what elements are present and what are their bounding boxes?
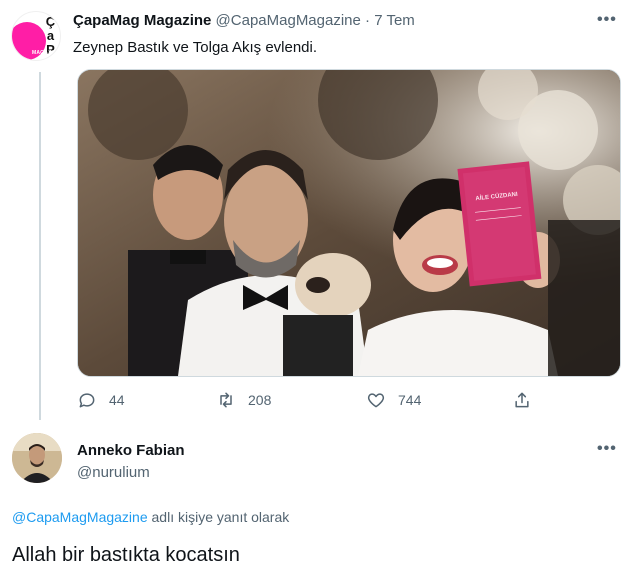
- reply-button[interactable]: 44: [77, 390, 125, 410]
- author-name[interactable]: ÇapaMag Magazine: [73, 12, 211, 29]
- reply-author-handle[interactable]: @nurulium: [77, 464, 150, 481]
- reply-count: 44: [109, 392, 125, 408]
- reply-icon: [79, 393, 95, 408]
- tweet-media-image[interactable]: AİLE CÜZDANI: [77, 69, 621, 377]
- retweet-icon: [220, 392, 232, 408]
- like-count: 744: [398, 392, 422, 408]
- tweet-header: ÇapaMag Magazine @CapaMagMagazine · 7 Te…: [73, 12, 415, 30]
- header-separator: ·: [365, 12, 371, 29]
- reply-author-name[interactable]: Anneko Fabian: [77, 442, 185, 459]
- like-button[interactable]: 744: [366, 390, 421, 410]
- retweet-count: 208: [248, 392, 272, 408]
- more-options-icon[interactable]: •••: [597, 11, 617, 29]
- reply-more-options-icon[interactable]: •••: [597, 440, 617, 458]
- thread-connector-line: [39, 72, 41, 420]
- retweet-button[interactable]: 208: [216, 390, 271, 410]
- replying-to-line: @CapaMagMagazine adlı kişiye yanıt olara…: [12, 509, 289, 525]
- author-avatar[interactable]: ÇaPA MAGAZIN: [11, 11, 61, 61]
- avatar-logo-subtext: MAGAZIN: [32, 50, 57, 56]
- tweet-text: Zeynep Bastık ve Tolga Akış evlendi.: [73, 39, 318, 56]
- replying-to-mention[interactable]: @CapaMagMagazine: [12, 509, 148, 525]
- share-icon: [515, 392, 529, 408]
- heart-icon: [367, 393, 385, 408]
- tweet-timestamp[interactable]: 7 Tem: [374, 12, 415, 29]
- replying-to-text: adlı kişiye yanıt olarak: [147, 509, 290, 525]
- share-button[interactable]: [512, 390, 544, 410]
- reply-author-avatar[interactable]: [12, 433, 62, 483]
- reply-text: Allah bir bastıkta kocatsın: [12, 544, 240, 566]
- author-handle[interactable]: @CapaMagMagazine: [216, 12, 361, 29]
